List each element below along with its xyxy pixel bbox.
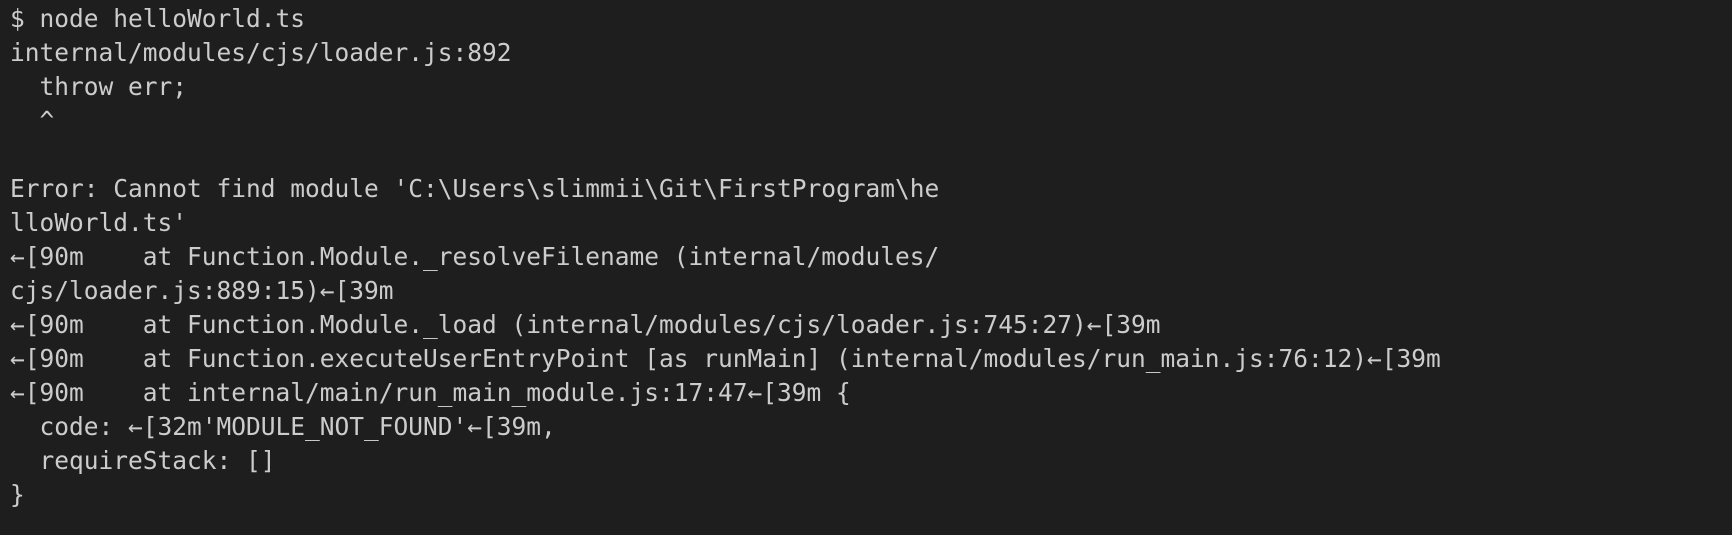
error-code-line: code: ←[32m'MODULE_NOT_FOUND'←[39m, <box>10 412 556 441</box>
caret-line: ^ <box>10 106 55 135</box>
stack-trace-line: ←[90m at internal/main/run_main_module.j… <box>10 378 851 407</box>
stack-trace-line: ←[90m at Function.executeUserEntryPoint … <box>10 344 1441 373</box>
error-message-continuation: lloWorld.ts' <box>10 208 188 237</box>
stack-trace-line: ←[90m at Function.Module._resolveFilenam… <box>10 242 940 271</box>
require-stack-line: requireStack: [] <box>10 446 276 475</box>
error-message-line: Error: Cannot find module 'C:\Users\slim… <box>10 174 940 203</box>
command-line: $ node helloWorld.ts <box>10 4 306 33</box>
terminal-output[interactable]: $ node helloWorld.ts internal/modules/cj… <box>0 0 1732 535</box>
error-location-line: internal/modules/cjs/loader.js:892 <box>10 38 512 67</box>
closing-brace-line: } <box>10 480 25 509</box>
stack-trace-line: ←[90m at Function.Module._load (internal… <box>10 310 1161 339</box>
stack-trace-continuation: cjs/loader.js:889:15)←[39m <box>10 276 394 305</box>
throw-line: throw err; <box>10 72 188 101</box>
